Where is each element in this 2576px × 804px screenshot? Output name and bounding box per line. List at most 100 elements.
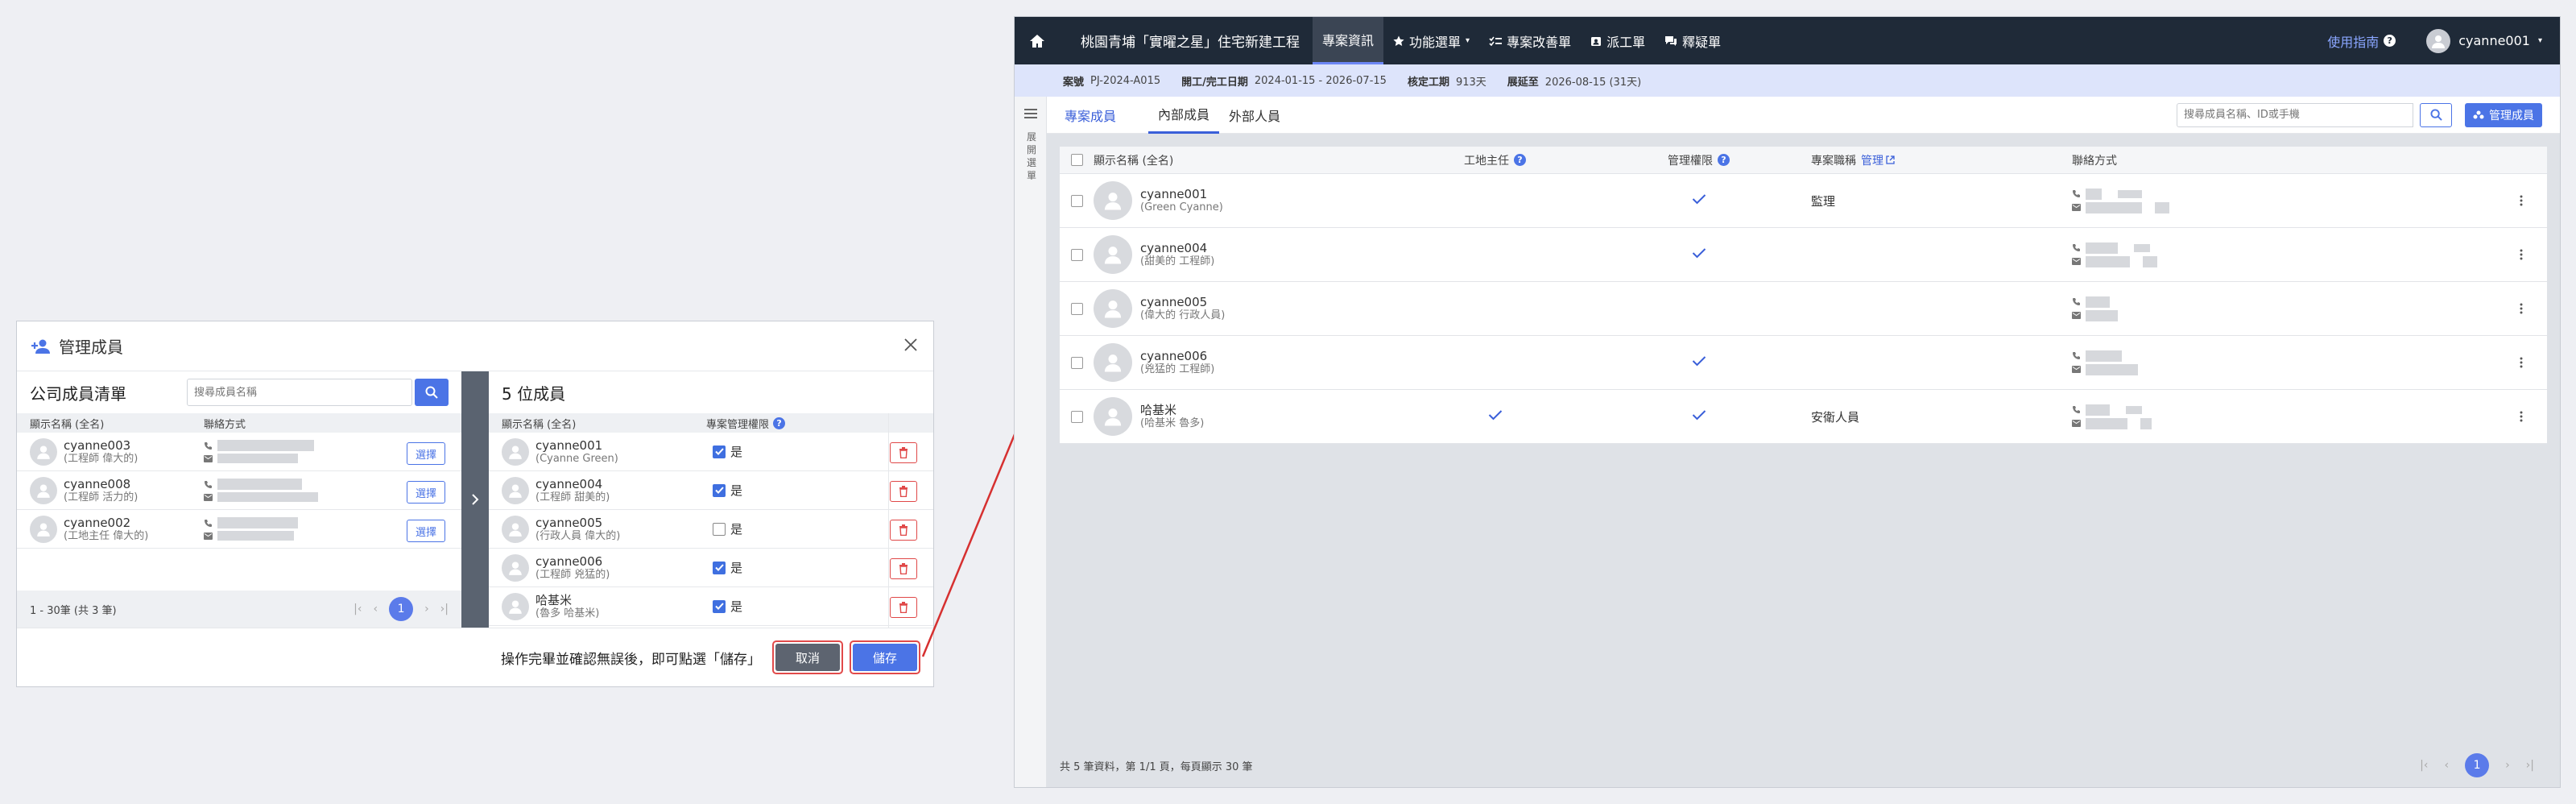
member-fullname: (工程師 活力的)	[64, 491, 139, 504]
last-page-icon[interactable]: ›|	[440, 603, 449, 615]
more-options-icon[interactable]	[2495, 303, 2547, 314]
row-checkbox[interactable]	[1070, 302, 1083, 315]
avatar	[1094, 343, 1132, 382]
cancel-button[interactable]: 取消	[775, 644, 840, 671]
nav-item-3[interactable]: 派工單	[1581, 17, 1655, 64]
more-options-icon[interactable]	[2495, 249, 2547, 260]
help-icon[interactable]: ?	[1514, 154, 1526, 166]
remove-member-button[interactable]	[890, 558, 917, 579]
redacted-phone	[2086, 404, 2110, 416]
phone-icon	[2073, 244, 2080, 251]
user-avatar[interactable]	[2426, 28, 2451, 53]
member-search-input[interactable]	[2177, 102, 2413, 127]
sidebar: 展開選單	[1015, 97, 1047, 787]
more-options-icon[interactable]	[2495, 195, 2547, 206]
trash-icon	[899, 486, 908, 497]
tab-internal[interactable]: 內部成員	[1148, 97, 1220, 134]
current-page[interactable]: 1	[389, 597, 414, 621]
member-fullname: (工程師 甜美的)	[535, 491, 610, 504]
remove-member-button[interactable]	[890, 520, 917, 541]
more-options-icon[interactable]	[2495, 357, 2547, 368]
contact-info	[2072, 188, 2495, 213]
manage-members-button[interactable]: 管理成員	[2465, 102, 2542, 127]
last-page-icon[interactable]: ›|	[2526, 759, 2534, 772]
company-search-button[interactable]	[415, 379, 449, 406]
tab-external[interactable]: 外部人員	[1219, 97, 1290, 134]
admin-perm-cell	[1668, 355, 1811, 370]
prev-page-icon[interactable]: ‹	[2444, 759, 2449, 772]
member-name: cyanne005	[1140, 295, 1208, 309]
remove-member-button[interactable]	[890, 442, 917, 463]
nav-item-2[interactable]: 專案改善單	[1479, 17, 1581, 64]
avatar	[30, 515, 57, 543]
member-name: cyanne008	[64, 476, 131, 491]
select-all-checkbox[interactable]	[1070, 154, 1083, 166]
transfer-button[interactable]	[461, 371, 489, 628]
row-checkbox[interactable]	[1070, 356, 1083, 369]
phone-icon	[2073, 190, 2080, 197]
footer-note: 操作完畢並確認無誤後，即可點選「儲存」	[501, 651, 761, 668]
company-member-row: cyanne008 (工程師 活力的) 選擇	[17, 471, 461, 510]
site-director-cell	[1464, 409, 1668, 424]
select-member-button[interactable]: 選擇	[407, 442, 445, 465]
perm-checkbox[interactable]	[713, 522, 726, 536]
row-checkbox[interactable]	[1070, 248, 1083, 261]
help-icon[interactable]: ?	[773, 417, 786, 429]
next-page-icon[interactable]: ›	[424, 603, 429, 615]
col-display-name: 顯示名稱 (全名)	[502, 418, 577, 431]
nav-item-4[interactable]: 釋疑單	[1655, 17, 1730, 64]
close-icon[interactable]	[903, 337, 919, 356]
help-icon[interactable]: ?	[1718, 154, 1730, 166]
trash-icon	[899, 602, 908, 613]
remove-member-button[interactable]	[890, 597, 917, 618]
more-options-icon[interactable]	[2495, 411, 2547, 422]
selected-member-row: 哈基米 (魯多 哈基米) 是	[489, 587, 933, 626]
days-label: 核定工期	[1407, 76, 1449, 89]
next-page-icon[interactable]: ›	[2505, 759, 2510, 772]
row-checkbox[interactable]	[1070, 194, 1083, 207]
contact-info	[2072, 296, 2495, 321]
select-member-button[interactable]: 選擇	[407, 481, 445, 504]
perm-checkbox[interactable]	[713, 483, 726, 497]
member-name: cyanne003	[64, 437, 131, 453]
perm-checkbox[interactable]	[713, 599, 726, 613]
menu-icon[interactable]	[1024, 106, 1037, 122]
mail-icon	[2072, 204, 2081, 211]
perm-checkbox[interactable]	[713, 561, 726, 574]
first-page-icon[interactable]: |‹	[354, 603, 362, 615]
first-page-icon[interactable]: |‹	[2420, 759, 2428, 772]
manage-role-link[interactable]: 管理	[1861, 152, 1895, 168]
member-name: 哈基米	[1140, 403, 1177, 417]
user-name[interactable]: cyanne001	[2458, 33, 2530, 48]
redacted-phone	[2086, 350, 2122, 362]
member-name: cyanne006	[535, 553, 603, 569]
member-name: cyanne001	[535, 437, 603, 453]
redacted-email	[217, 454, 298, 463]
home-icon[interactable]	[1015, 17, 1060, 64]
company-search-input[interactable]	[187, 379, 412, 406]
company-list-count: 1 - 30筆 (共 3 筆)	[30, 604, 117, 617]
phone-icon	[205, 441, 212, 450]
avatar	[502, 476, 529, 504]
company-pager: |‹ ‹ 1 › ›|	[354, 597, 449, 621]
save-button[interactable]: 儲存	[853, 644, 917, 671]
row-checkbox[interactable]	[1070, 410, 1083, 423]
remove-member-button[interactable]	[890, 481, 917, 502]
table-footer: 共 5 筆資料，第 1/1 頁，每頁顯示 30 筆 |‹ ‹ 1 › ›|	[1047, 744, 2560, 787]
expand-menu-label[interactable]: 展開選單	[1026, 131, 1037, 182]
guide-link[interactable]: 使用指南 ?	[2327, 31, 2396, 51]
caret-down-icon[interactable]: ▾	[2538, 36, 2542, 45]
nav-item-1[interactable]: 功能選單 ▾	[1383, 17, 1479, 64]
select-member-button[interactable]: 選擇	[407, 520, 445, 542]
perm-checkbox[interactable]	[713, 445, 726, 458]
nav-item-0[interactable]: 專案資訊	[1313, 17, 1384, 64]
table-row: cyanne005 (偉大的 行政人員)	[1060, 282, 2547, 336]
current-page[interactable]: 1	[2465, 753, 2490, 777]
phone-icon	[2073, 406, 2080, 413]
member-search-button[interactable]	[2420, 102, 2452, 127]
add-user-icon	[31, 338, 51, 354]
prev-page-icon[interactable]: ‹	[373, 603, 378, 615]
redacted-email	[2086, 363, 2138, 375]
member-fullname: (工程師 偉大的)	[64, 452, 139, 465]
member-fullname: (魯多 哈基米)	[535, 607, 600, 620]
